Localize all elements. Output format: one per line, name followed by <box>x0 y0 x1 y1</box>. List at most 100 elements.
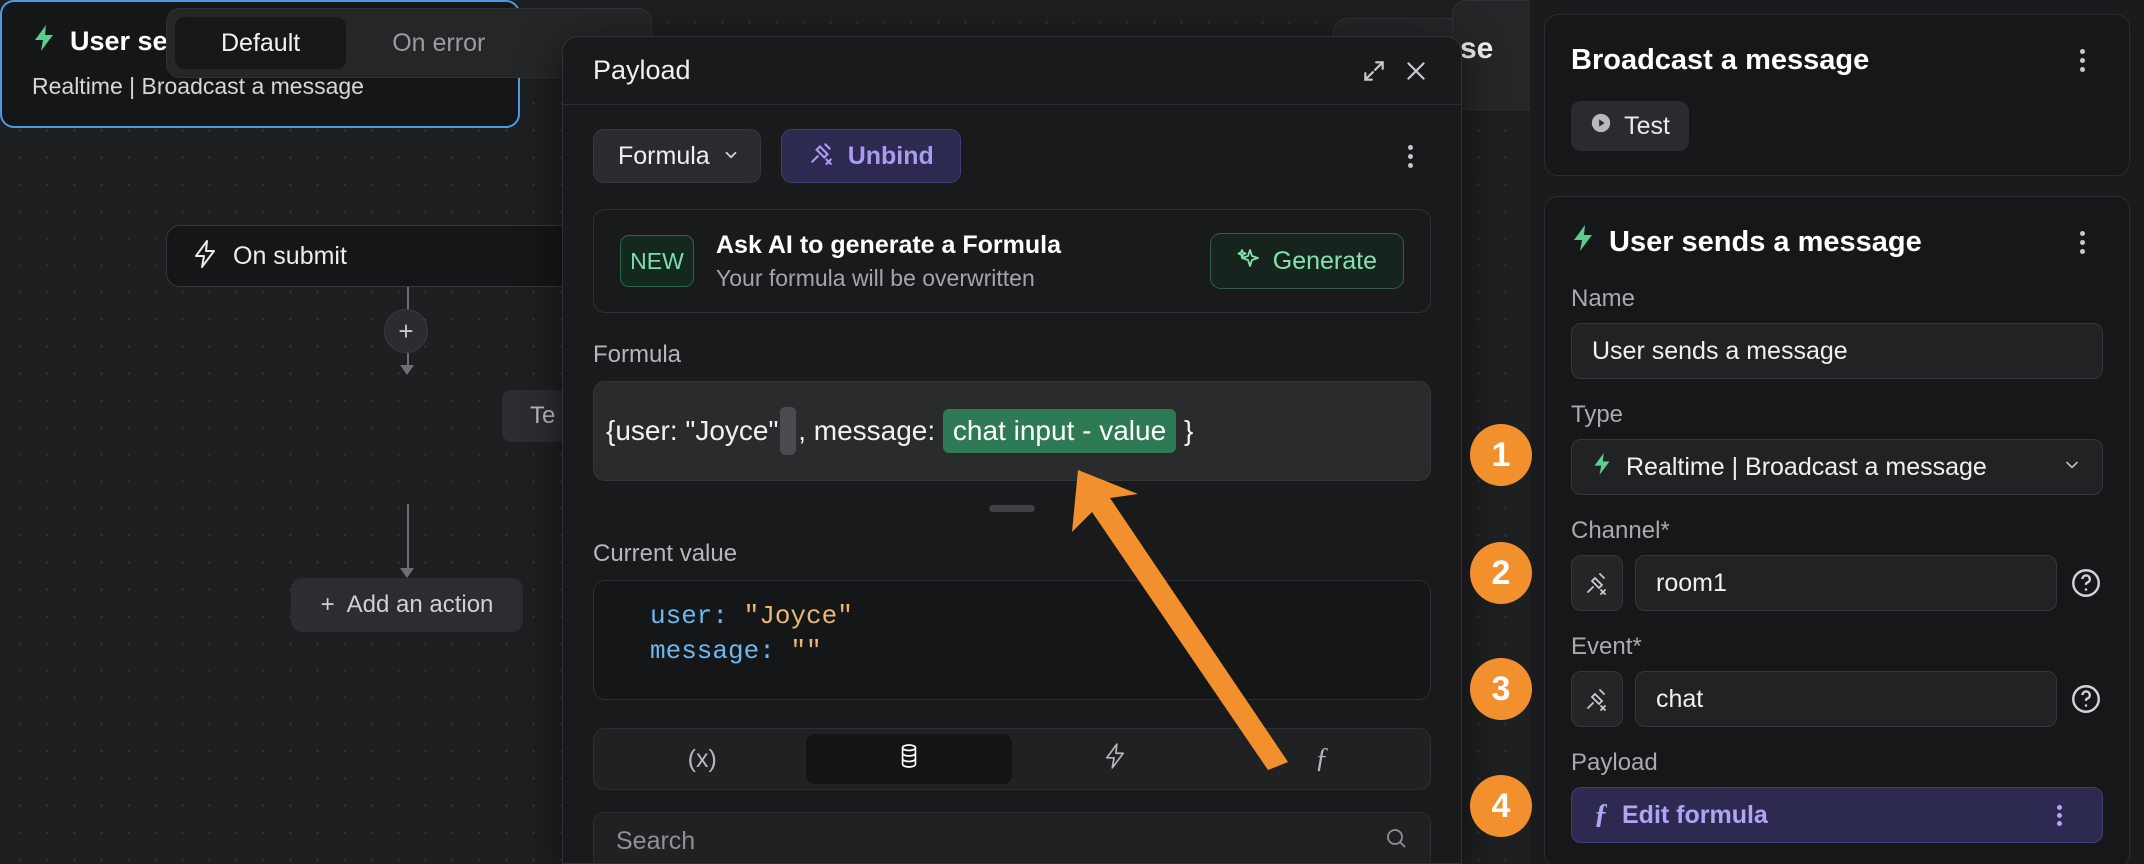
broadcast-card-title: Broadcast a message <box>1571 43 1870 76</box>
ai-formula-promo: NEW Ask AI to generate a Formula Your fo… <box>593 209 1431 313</box>
value-key: message: <box>650 636 775 667</box>
add-node-button[interactable]: + <box>384 309 428 353</box>
channel-input[interactable]: room1 <box>1635 555 2057 611</box>
search-input[interactable]: Search <box>593 812 1431 863</box>
lightning-icon <box>193 239 217 273</box>
edit-formula-button[interactable]: ƒ Edit formula <box>1571 787 2103 843</box>
name-input[interactable]: User sends a message <box>1571 323 2103 379</box>
payload-toolbar: Formula Unbind <box>593 129 1431 183</box>
connector-line <box>407 504 409 570</box>
generate-label: Generate <box>1272 246 1377 275</box>
lightning-icon <box>1571 224 1595 260</box>
help-circle-icon[interactable] <box>2069 566 2103 600</box>
node-test-pill-label: Te <box>530 402 556 429</box>
tab-default[interactable]: Default <box>175 17 347 69</box>
channel-unbind-icon[interactable] <box>1571 555 1623 611</box>
play-icon <box>1590 112 1612 141</box>
chevron-down-icon <box>722 142 740 171</box>
connector-arrow <box>400 365 414 375</box>
channel-label-text: Channel <box>1571 517 1661 544</box>
unbind-icon <box>808 140 834 173</box>
sparkles-icon <box>1237 246 1261 277</box>
tab-variables[interactable]: (x) <box>599 734 806 784</box>
ai-promo-subtext: Your formula will be overwritten <box>716 264 1035 291</box>
formula-prefix: {user: "Joyce" <box>606 415 779 446</box>
channel-field-label: Channel* <box>1571 517 2103 545</box>
annotation-badge-2: 2 <box>1470 542 1532 604</box>
resize-handle[interactable] <box>989 505 1035 512</box>
test-button[interactable]: Test <box>1571 101 1689 151</box>
node-on-submit-label: On submit <box>233 241 347 270</box>
broadcast-card: Broadcast a message Test <box>1544 14 2130 176</box>
help-circle-icon[interactable] <box>2069 682 2103 716</box>
formula-caret-chip <box>780 407 797 455</box>
name-field-label: Name <box>1571 285 1636 312</box>
annotation-badge-1: 1 <box>1470 424 1532 486</box>
current-value-line: message: "" <box>650 634 1430 669</box>
formula-suffix: } <box>1183 415 1194 446</box>
search-icon <box>1384 826 1408 857</box>
add-an-action-label: Add an action <box>346 591 494 618</box>
kebab-menu-icon[interactable] <box>2038 794 2080 836</box>
tab-on-error[interactable]: On error <box>346 17 531 69</box>
type-select-value: Realtime | Broadcast a message <box>1626 452 1987 481</box>
background-card-label: se <box>1460 32 1494 65</box>
kebab-menu-icon[interactable] <box>2061 221 2103 263</box>
search-input-value: Search <box>616 826 696 855</box>
function-icon: ƒ <box>1594 799 1608 830</box>
current-value-label: Current value <box>593 540 738 567</box>
formula-binding-token[interactable]: chat input - value <box>942 409 1177 453</box>
plus-icon: + <box>398 316 414 346</box>
event-field-label: Event* <box>1571 633 2103 661</box>
expand-icon[interactable] <box>1353 50 1395 92</box>
node-on-submit[interactable]: On submit <box>166 225 626 287</box>
value-string: "" <box>790 636 822 667</box>
event-input[interactable]: chat <box>1635 671 2057 727</box>
value-key: user: <box>650 601 729 631</box>
ai-promo-headline: Ask AI to generate a Formula <box>716 230 1061 259</box>
new-badge: NEW <box>620 235 694 287</box>
close-icon[interactable] <box>1395 50 1437 92</box>
event-input-value: chat <box>1656 684 1704 713</box>
event-config-card: User sends a message Name User sends a m… <box>1544 196 2130 864</box>
type-select[interactable]: Realtime | Broadcast a message <box>1571 439 2103 495</box>
formula-mode-label: Formula <box>618 141 710 170</box>
lightning-icon <box>1592 452 1612 483</box>
source-tab-bar: (x) ƒ <box>593 728 1431 790</box>
edit-formula-label: Edit formula <box>1622 800 1768 829</box>
name-input-value: User sends a message <box>1592 336 1848 365</box>
required-mark: * <box>1632 633 1642 660</box>
tab-events[interactable] <box>1012 734 1219 784</box>
variable-icon: (x) <box>687 744 717 773</box>
formula-middle: , message: <box>798 415 936 446</box>
value-string: "Joyce" <box>743 601 853 631</box>
type-field-label: Type <box>1571 401 1624 428</box>
payload-dialog-header: Payload <box>563 37 1461 105</box>
lightning-icon <box>32 24 56 59</box>
tab-database[interactable] <box>805 734 1012 784</box>
event-label-text: Event <box>1571 633 1633 660</box>
connector-arrow <box>400 568 414 578</box>
unbind-label: Unbind <box>847 141 934 170</box>
formula-mode-dropdown[interactable]: Formula <box>593 129 761 183</box>
event-config-title: User sends a message <box>1609 225 1922 258</box>
current-value-line: user: "Joyce" <box>650 599 1430 634</box>
channel-input-value: room1 <box>1656 568 1727 597</box>
connector-line <box>407 287 409 309</box>
payload-dialog-title: Payload <box>593 55 691 85</box>
kebab-menu-icon[interactable] <box>2061 39 2103 81</box>
required-mark: * <box>1660 517 1670 544</box>
generate-button[interactable]: Generate <box>1209 233 1404 289</box>
chevron-down-icon <box>2062 453 2082 482</box>
kebab-menu-icon[interactable] <box>1389 135 1431 177</box>
lightning-icon <box>1104 742 1126 776</box>
payload-field-label: Payload <box>1571 749 1658 776</box>
function-icon: ƒ <box>1314 743 1329 774</box>
test-label: Test <box>1624 111 1670 140</box>
tab-functions[interactable]: ƒ <box>1219 734 1426 784</box>
unbind-button[interactable]: Unbind <box>780 129 961 183</box>
formula-editor[interactable]: {user: "Joyce" , message: chat input - v… <box>593 381 1431 481</box>
plus-icon: + <box>320 591 335 618</box>
event-unbind-icon[interactable] <box>1571 671 1623 727</box>
add-an-action-button[interactable]: + Add an action <box>291 578 523 632</box>
